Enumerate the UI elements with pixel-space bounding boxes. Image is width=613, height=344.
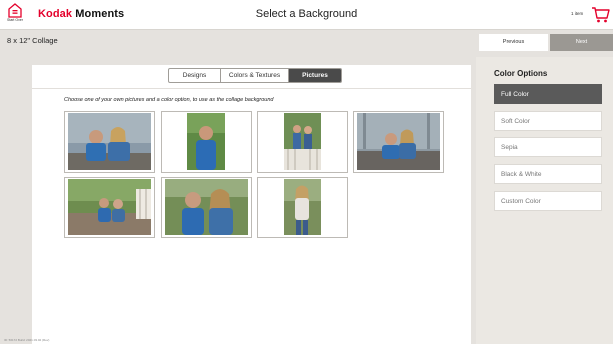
photo-kids-smiling bbox=[165, 179, 248, 235]
previous-button[interactable]: Previous bbox=[479, 34, 548, 51]
option-full-color[interactable]: Full Color bbox=[494, 84, 602, 104]
start-over-label: Start Over bbox=[7, 18, 23, 22]
tab-pictures[interactable]: Pictures bbox=[289, 69, 341, 82]
photo-two-kids-sitting bbox=[68, 113, 151, 170]
cart-count: 1 item bbox=[571, 11, 584, 16]
cart-icon[interactable] bbox=[591, 5, 610, 24]
option-soft-color[interactable]: Soft Color bbox=[494, 111, 602, 131]
product-title: 8 x 12" Collage bbox=[7, 36, 58, 45]
photo-cell[interactable] bbox=[64, 111, 155, 173]
photo-kids-on-steps bbox=[357, 113, 440, 170]
color-options-title: Color Options bbox=[494, 69, 548, 78]
photo-girl-standing bbox=[284, 179, 321, 235]
photo-cell[interactable] bbox=[257, 111, 348, 173]
home-icon bbox=[8, 3, 22, 18]
option-black-white[interactable]: Black & White bbox=[494, 164, 602, 184]
brand-logo: Kodak Moments bbox=[38, 8, 124, 20]
next-button[interactable]: Next bbox=[550, 34, 613, 51]
photo-kids-on-porch bbox=[284, 113, 321, 170]
photo-cell[interactable] bbox=[257, 177, 348, 238]
photo-boy-blue-shirt bbox=[187, 113, 225, 170]
option-custom-color[interactable]: Custom Color bbox=[494, 191, 602, 211]
photo-cell[interactable] bbox=[161, 111, 252, 173]
photo-cell[interactable] bbox=[64, 177, 155, 238]
brand-name: Moments bbox=[75, 8, 125, 20]
option-sepia[interactable]: Sepia bbox=[494, 137, 602, 157]
start-over-button[interactable]: Start Over bbox=[6, 3, 24, 27]
divider bbox=[32, 88, 471, 89]
instruction-text: Choose one of your own pictures and a co… bbox=[64, 97, 274, 103]
footer-build-info: ID: 56172 Build: 2021.03.02 (Rev) bbox=[4, 338, 50, 342]
tab-designs[interactable]: Designs bbox=[169, 69, 221, 82]
background-tabs: Designs Colors & Textures Pictures bbox=[168, 68, 342, 83]
photo-cell[interactable] bbox=[161, 177, 252, 238]
photo-kids-on-deck bbox=[68, 179, 151, 235]
tab-colors-textures[interactable]: Colors & Textures bbox=[221, 69, 289, 82]
brand-name-red: Kodak bbox=[38, 8, 73, 20]
photo-cell[interactable] bbox=[353, 111, 444, 173]
